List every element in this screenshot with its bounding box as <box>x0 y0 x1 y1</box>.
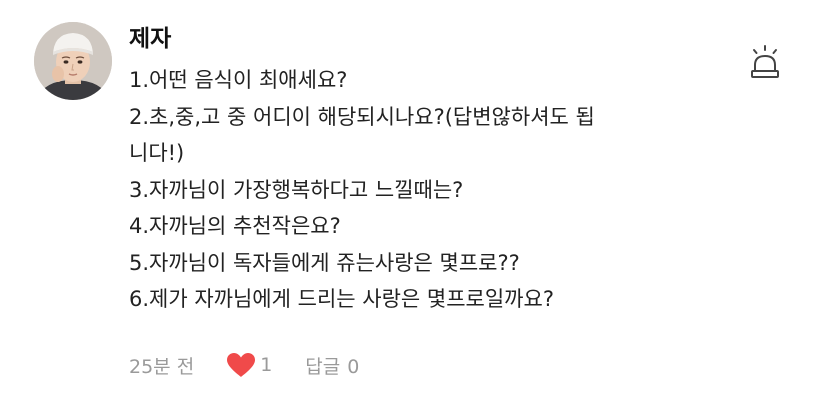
siren-icon <box>751 45 779 78</box>
like-count: 1 <box>260 354 273 376</box>
timestamp: 25분 전 <box>129 355 195 378</box>
like-button[interactable]: 1 <box>226 352 272 378</box>
comment-body: 1.어떤 음식이 최애세요? 2.초,중,고 중 어디이 해당되시나요?(답변않… <box>129 62 729 318</box>
avatar[interactable] <box>34 22 112 100</box>
comment-line: 3.자까님이 가장행복하다고 느낄때는? <box>129 177 464 202</box>
comment-line: 4.자까님의 추천작은요? <box>129 214 341 238</box>
comment-line: 니다!) <box>129 141 185 165</box>
report-button[interactable] <box>748 44 782 80</box>
comment-line: 6.제가 자까님에게 드리는 사랑은 몇프로일까요? <box>129 287 554 311</box>
profile-photo-icon <box>34 22 112 100</box>
comment-author[interactable]: 제자 <box>129 24 171 54</box>
reply-button[interactable]: 답글 0 <box>305 352 359 379</box>
comment-line: 1.어떤 음식이 최애세요? <box>129 68 348 92</box>
comment-item: 제자 1.어떤 음식이 최애세요? 2.초,중,고 중 어디이 해당되시나요?(… <box>0 0 828 414</box>
comment-meta: 25분 전 1 답글 0 <box>129 350 359 380</box>
reply-label: 답글 <box>305 355 341 378</box>
comment-line: 2.초,중,고 중 어디이 해당되시나요?(답변않하셔도 됩 <box>129 104 595 129</box>
heart-icon <box>227 353 256 377</box>
reply-count: 0 <box>347 355 360 378</box>
comment-line: 5.자까님이 독자들에게 쥬는사랑은 몇프로?? <box>129 250 520 275</box>
